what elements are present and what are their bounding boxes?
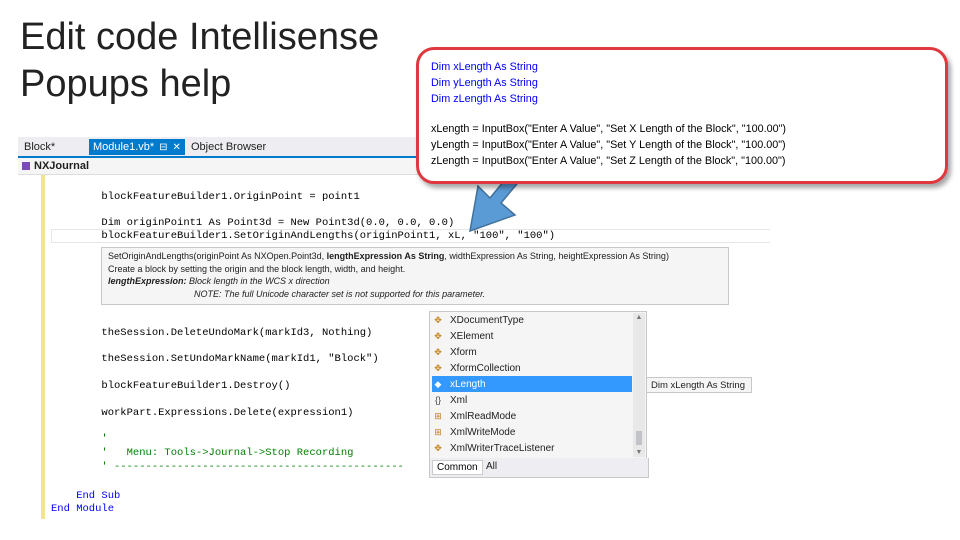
code-line: workPart.Expressions.Delete(expression1)	[51, 407, 354, 419]
slide-title: Edit code Intellisense Popups help	[20, 14, 379, 108]
item-label: XElement	[450, 331, 494, 342]
parameter-info-tooltip: SetOriginAndLengths(originPoint As NXOpe…	[101, 247, 729, 305]
nav-label: NXJournal	[34, 160, 90, 172]
item-label: XmlWriterTraceListener	[450, 443, 555, 454]
scroll-up-icon[interactable]: ▲	[633, 314, 645, 321]
completion-filter-tabs: Common All	[429, 458, 649, 478]
list-item[interactable]: {} Xml	[432, 392, 632, 408]
callout-line: Dim yLength As String	[431, 75, 538, 91]
slide-title-line-2: Popups help	[20, 63, 232, 105]
list-item[interactable]: ✥ XformCollection	[432, 360, 632, 376]
list-item[interactable]: ⊞ XmlWriteMode	[432, 424, 632, 440]
code-area[interactable]: blockFeatureBuilder1.OriginPoint = point…	[18, 175, 770, 519]
signature-end: , widthExpression As String, heightExpre…	[444, 251, 669, 261]
scroll-thumb[interactable]	[636, 431, 642, 445]
code-line: blockFeatureBuilder1.OriginPoint = point…	[51, 191, 360, 203]
list-item[interactable]: ⊞ XmlReadMode	[432, 408, 632, 424]
code-line: End Sub	[51, 490, 121, 502]
code-editor: Block* Module1.vb* ⊟ ✕ Object Browser NXJo…	[18, 137, 770, 519]
pin-icon[interactable]: ⊟	[159, 142, 167, 153]
code-callout: Dim xLength As String Dim yLength As Str…	[416, 47, 948, 184]
callout-line-text: zLength = InputBox("Enter A Value", "Set…	[431, 155, 786, 167]
item-label: XDocumentType	[450, 315, 524, 326]
tab-label: Object Browser	[191, 141, 267, 153]
completion-scrollbar[interactable]: ▲ ▼	[633, 313, 645, 457]
code-line: ' Menu: Tools->Journal->Stop Recording	[51, 447, 354, 459]
method-signature: SetOriginAndLengths(originPoint As NXOpe…	[108, 250, 722, 263]
enum-icon: ⊞	[434, 411, 442, 421]
variable-icon: ◆	[434, 379, 442, 389]
module-icon	[22, 162, 30, 171]
tab-all[interactable]: All	[482, 460, 501, 473]
code-line: theSession.DeleteUndoMark(markId3, Nothi…	[51, 327, 373, 339]
enum-icon: ⊞	[434, 427, 442, 437]
list-item[interactable]: ✥ Xform	[432, 344, 632, 360]
item-label: Xform	[450, 347, 477, 358]
tab-common[interactable]: Common	[432, 460, 483, 475]
code-line: End Module	[51, 503, 115, 515]
item-label: XmlReadMode	[450, 411, 517, 422]
callout-line-text: yLength = InputBox("Enter A Value", "Set…	[431, 139, 786, 151]
callout-line: zLength = InputBox("Enter A Value", "Set…	[431, 153, 785, 169]
item-label: XformCollection	[450, 363, 521, 374]
parameter-name: lengthExpression:	[108, 276, 187, 286]
callout-line: yLength = InputBox("Enter A Value", "Set…	[431, 137, 786, 153]
completion-list[interactable]: ✥ XDocumentType ✥ XElement ✥ Xform ✥ XformCo…	[429, 311, 647, 460]
code-line: Dim originPoint1 As Point3d = New Point3…	[51, 217, 455, 229]
tab-module1[interactable]: Module1.vb* ⊟ ✕	[89, 139, 185, 155]
code-line: ' --------------------------------------…	[51, 461, 404, 473]
signature-start: SetOriginAndLengths(originPoint As NXOpe…	[108, 251, 327, 261]
close-icon[interactable]: ✕	[173, 142, 181, 153]
item-label: XmlWriteMode	[450, 427, 516, 438]
code-line: '	[51, 433, 108, 445]
list-item[interactable]: ✥ XElement	[432, 328, 632, 344]
class-icon: ✥	[434, 443, 442, 453]
scroll-down-icon[interactable]: ▼	[633, 449, 645, 456]
callout-line: Dim zLength As String	[431, 91, 538, 107]
class-icon: ✥	[434, 315, 442, 325]
callout-line-text: Dim zLength As String	[431, 93, 538, 105]
namespace-icon: {}	[434, 395, 441, 405]
list-item[interactable]: ✥ XDocumentType	[432, 312, 632, 328]
callout-line-text: Dim xLength As String	[431, 61, 538, 73]
code-line: blockFeatureBuilder1.Destroy()	[51, 380, 291, 392]
selected-item-description: Dim xLength As String	[646, 377, 752, 393]
callout-line: xLength = InputBox("Enter A Value", "Set…	[431, 121, 786, 137]
tab-object-browser[interactable]: Object Browser	[187, 139, 270, 155]
code-line: theSession.SetUndoMarkName(markId1, "Blo…	[51, 353, 379, 365]
current-parameter: lengthExpression As String	[326, 251, 445, 261]
method-description: Create a block by setting the origin and…	[108, 263, 406, 274]
tab-label: Block*	[24, 141, 56, 153]
callout-line: Dim xLength As String	[431, 59, 538, 75]
list-item[interactable]: ✥ XmlWriterTraceListener	[432, 440, 632, 456]
code-line: blockFeatureBuilder1.SetOriginAndLengths…	[51, 230, 556, 242]
parameter-description: Block length in the WCS x direction	[186, 276, 330, 286]
item-label: xLength	[450, 379, 486, 390]
tab-block[interactable]: Block*	[20, 139, 59, 155]
list-item-selected[interactable]: ◆ xLength	[432, 376, 632, 392]
tab-label: Module1.vb*	[93, 141, 155, 153]
callout-line-text: Dim yLength As String	[431, 77, 538, 89]
class-icon: ✥	[434, 363, 442, 373]
class-icon: ✥	[434, 331, 442, 341]
callout-line-text: xLength = InputBox("Enter A Value", "Set…	[431, 123, 787, 135]
slide-title-line-1: Edit code Intellisense	[20, 16, 380, 58]
class-icon: ✥	[434, 347, 442, 357]
parameter-note: NOTE: The full Unicode character set is …	[194, 288, 486, 299]
item-label: Xml	[450, 395, 468, 406]
